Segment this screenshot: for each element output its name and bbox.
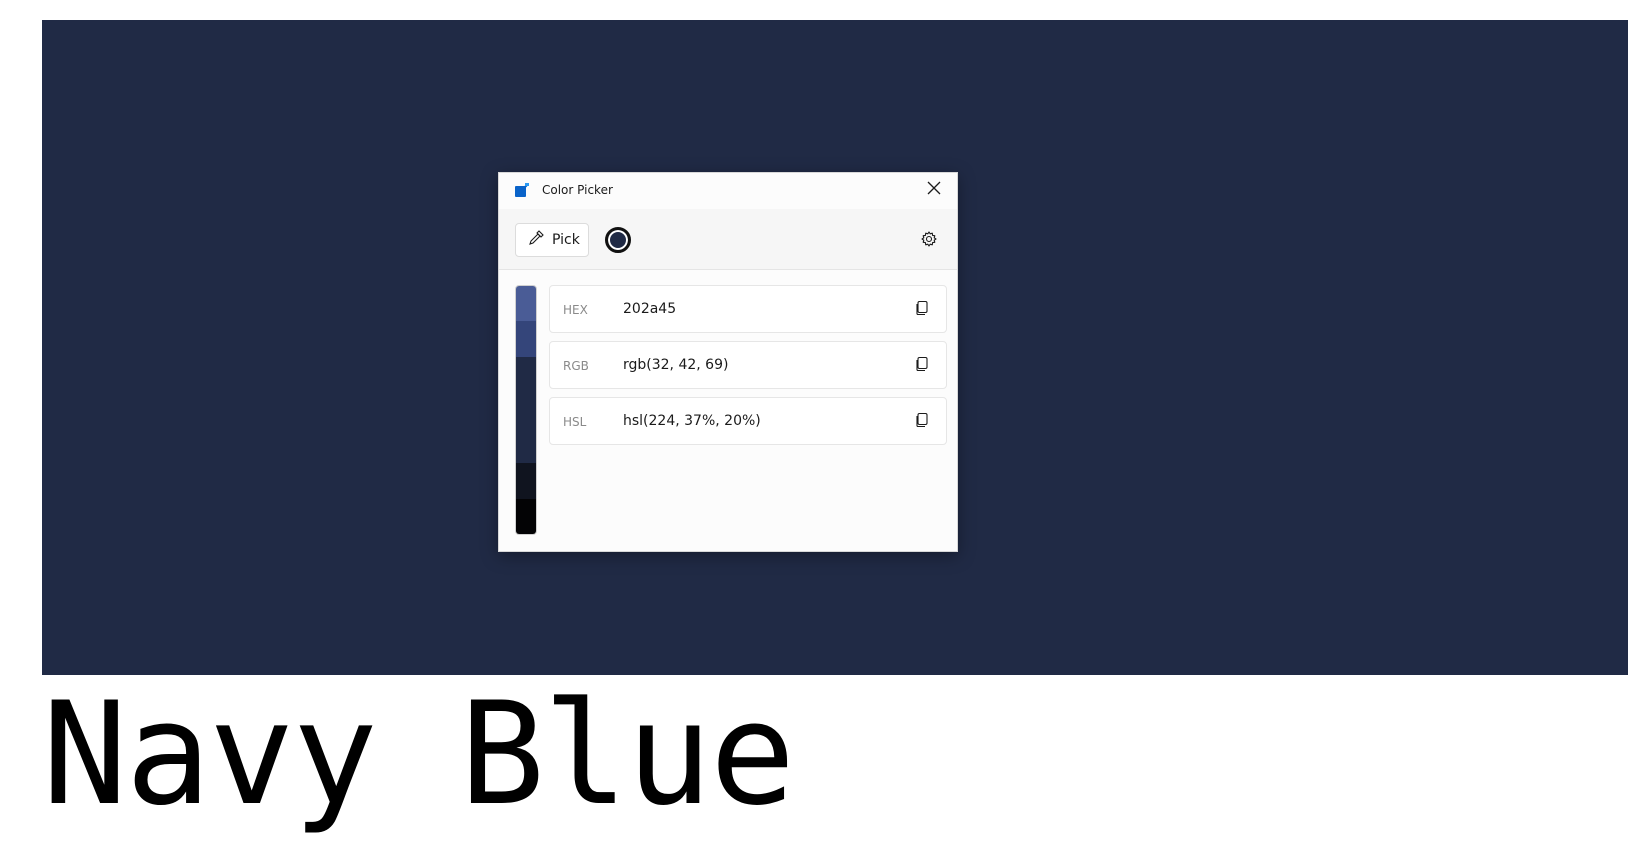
copy-icon <box>914 300 930 320</box>
copy-icon <box>914 412 930 432</box>
close-button[interactable] <box>911 173 957 205</box>
format-row-hex: HEX 202a45 <box>549 285 947 333</box>
title-bar[interactable]: Color Picker <box>499 173 957 205</box>
copy-button[interactable] <box>910 298 934 322</box>
toolbar: Pick <box>499 209 957 270</box>
shade-swatch[interactable] <box>516 392 536 428</box>
current-color-swatch[interactable] <box>605 227 631 253</box>
format-value[interactable]: hsl(224, 37%, 20%) <box>623 412 761 430</box>
pick-button[interactable]: Pick <box>515 223 589 257</box>
format-row-rgb: RGB rgb(32, 42, 69) <box>549 341 947 389</box>
pick-button-label: Pick <box>552 232 580 248</box>
format-value[interactable]: 202a45 <box>623 300 676 318</box>
format-row-hsl: HSL hsl(224, 37%, 20%) <box>549 397 947 445</box>
window-title: Color Picker <box>542 183 613 197</box>
format-value[interactable]: rgb(32, 42, 69) <box>623 356 728 374</box>
format-label: HEX <box>563 303 588 317</box>
gear-icon <box>921 231 937 251</box>
format-label: RGB <box>563 359 589 373</box>
color-name-caption: Navy Blue <box>42 672 795 837</box>
copy-button[interactable] <box>910 354 934 378</box>
color-picker-window: Color Picker Pick HEX 202a45 RGB rgb(32,… <box>498 172 958 552</box>
copy-icon <box>914 356 930 376</box>
settings-button[interactable] <box>917 229 941 253</box>
shade-swatch[interactable] <box>516 286 536 322</box>
color-formats-list: HEX 202a45 RGB rgb(32, 42, 69) HSL hsl(224, 3… <box>549 285 947 453</box>
shade-swatch[interactable] <box>516 498 536 534</box>
color-shades-strip <box>515 285 537 535</box>
shade-swatch[interactable] <box>516 356 536 393</box>
color-picker-app-icon <box>514 182 530 198</box>
eyedropper-icon <box>528 230 544 250</box>
shade-swatch[interactable] <box>516 463 536 499</box>
shade-swatch[interactable] <box>516 321 536 357</box>
copy-button[interactable] <box>910 410 934 434</box>
format-label: HSL <box>563 415 587 429</box>
shade-swatch[interactable] <box>516 427 536 464</box>
close-icon <box>927 180 941 199</box>
